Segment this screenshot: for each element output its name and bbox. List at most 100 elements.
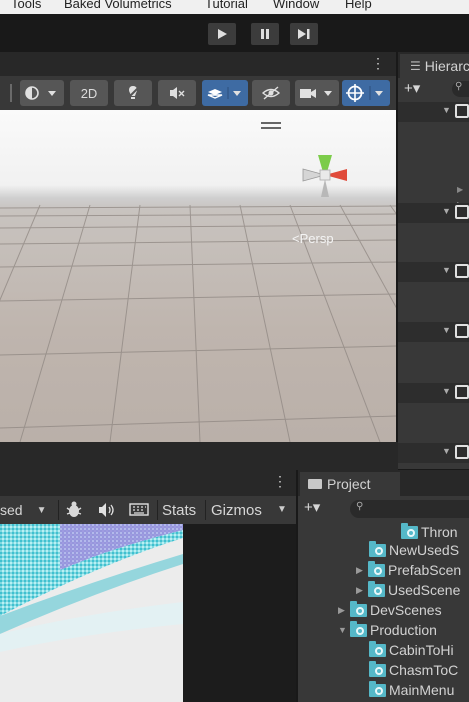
scene-folder-icon [350,600,367,617]
menu-help[interactable]: Help [345,0,372,11]
hierarchy-list[interactable]: ▼ ▶ ▶ ▼ ▼ ▼ ▼ ▼ [398,100,469,469]
hierarchy-scene-row[interactable]: ▼ [398,203,469,223]
audio-toggle-button[interactable] [158,80,196,106]
hierarchy-tab-label: Hierarc [424,58,469,74]
collapsed-arrow-icon: ▶ [457,185,464,194]
play-button[interactable] [208,23,236,45]
lighting-toggle-button[interactable] [114,80,152,106]
divider [205,500,206,520]
expand-arrow-icon: ▼ [442,206,451,216]
menu-baked-volumetrics[interactable]: Baked Volumetrics [64,0,172,11]
game-render-output [0,524,183,702]
bug-icon[interactable] [63,499,85,521]
hierarchy-scene-row[interactable]: ▼ [398,102,469,122]
project-item-label: MainMenu [389,682,455,698]
scene-folder-icon [369,660,386,677]
audio-icon[interactable] [97,501,117,519]
camera-icon [300,89,332,98]
camera-settings-dropdown[interactable] [295,80,339,106]
project-item-label: DevScenes [370,602,442,618]
lighting-icon [126,86,140,100]
hierarchy-scene-row[interactable]: ▼ [398,322,469,342]
project-search-field[interactable]: ⚲ [350,500,469,518]
orientation-gizmo-icon[interactable] [285,135,365,215]
expand-arrow-icon: ▼ [442,105,451,115]
shading-mode-dropdown[interactable] [20,80,64,106]
tab-hierarchy[interactable]: ☰ Hierarc [400,54,469,78]
stats-button[interactable]: Stats [162,502,196,519]
hierarchy-scene-row[interactable]: ▼ [398,443,469,463]
scene-folder-icon [350,620,367,637]
project-tree[interactable]: Thron NewUsedS ▶ PrefabScen ▶ UsedScene ▶ D… [298,522,469,702]
effects-icon [207,87,241,99]
chevron-down-icon: ▼ [36,504,47,516]
project-tab-bar: Project [298,470,469,496]
expand-arrow-icon: ▼ [442,386,451,396]
pause-icon [261,29,269,39]
scene-folder-icon [369,640,386,657]
project-tree-item[interactable]: NewUsedS [369,540,459,560]
main-toolbar [0,14,469,52]
expand-arrow-icon: ▼ [442,325,451,335]
scene-cube-icon [455,385,469,399]
display-dropdown[interactable]: sed ▼ [0,499,56,521]
expand-arrow-icon[interactable]: ▶ [356,585,366,596]
project-item-label: NewUsedS [389,542,460,558]
project-tree-item[interactable]: ChasmToC [369,660,458,680]
keyboard-icon[interactable] [129,502,151,518]
scene-cube-icon [455,264,469,278]
project-tree-item[interactable]: ▶ PrefabScen [356,560,461,580]
expand-arrow-icon[interactable]: ▶ [338,605,348,616]
menu-tools[interactable]: Tools [11,0,41,11]
search-icon: ⚲ [356,501,364,512]
tab-project[interactable]: Project [300,472,400,496]
gizmos-button[interactable]: Gizmos [211,502,262,519]
scene-visibility-toggle[interactable] [252,80,290,106]
kebab-menu-icon[interactable]: ⋮ [371,55,385,72]
scene-folder-icon [368,560,385,577]
expand-arrow-icon[interactable]: ▶ [356,565,366,576]
menu-tutorial[interactable]: Tutorial [205,0,248,11]
project-add-button[interactable]: +▾ [304,498,320,516]
step-icon [298,29,310,39]
gizmos-dropdown[interactable] [342,80,390,106]
hierarchy-search-field[interactable]: ⚲ [452,81,469,97]
divider [157,500,158,520]
project-item-label: CabinToHi [389,642,454,658]
scene-tab-bar: ⋮ [0,52,396,76]
project-item-label: ChasmToC [389,662,459,678]
game-letterbox [183,524,296,702]
scene-folder-icon [401,522,418,539]
perspective-label[interactable]: <Persp [292,231,334,246]
project-toolbar: +▾ ⚲ [298,496,469,522]
effects-dropdown[interactable] [202,80,248,106]
game-viewport[interactable] [0,524,296,702]
audio-mute-icon [170,87,185,99]
project-tree-item[interactable]: MainMenu [369,680,454,700]
project-tree-item[interactable]: Thron [401,522,458,542]
project-tree-item[interactable]: ▼ Production [338,620,437,640]
kebab-menu-icon[interactable]: ⋮ [273,473,287,490]
scene-viewport[interactable]: <Persp [0,110,396,442]
project-tab-label: Project [327,476,371,492]
hierarchy-tab-bar: ☰ Hierarc [398,52,469,78]
hierarchy-add-button[interactable]: +▾ [404,79,420,97]
scene-folder-icon [369,540,386,557]
project-tree-item[interactable]: ▶ DevScenes [338,600,442,620]
chevron-down-icon[interactable]: ▼ [277,504,287,515]
scene-cube-icon [455,324,469,338]
project-tree-item[interactable]: CabinToHi [369,640,454,660]
2d-toggle-button[interactable]: 2D [70,80,108,106]
visibility-icon [261,86,281,100]
hierarchy-scene-row[interactable]: ▼ [398,262,469,282]
hierarchy-scene-row[interactable]: ▼ [398,383,469,403]
step-button[interactable] [290,23,318,45]
collapse-arrow-icon[interactable]: ▼ [338,625,348,635]
overlay-handle-icon[interactable] [261,122,281,124]
project-tree-item[interactable]: ▶ UsedScene [356,580,460,600]
game-toolbar: sed ▼ Stats Gizmos ▼ [0,496,296,524]
expand-arrow-icon: ▼ [442,265,451,275]
shading-mode-icon [25,86,56,100]
menu-window[interactable]: Window [273,0,319,11]
pause-button[interactable] [251,23,279,45]
